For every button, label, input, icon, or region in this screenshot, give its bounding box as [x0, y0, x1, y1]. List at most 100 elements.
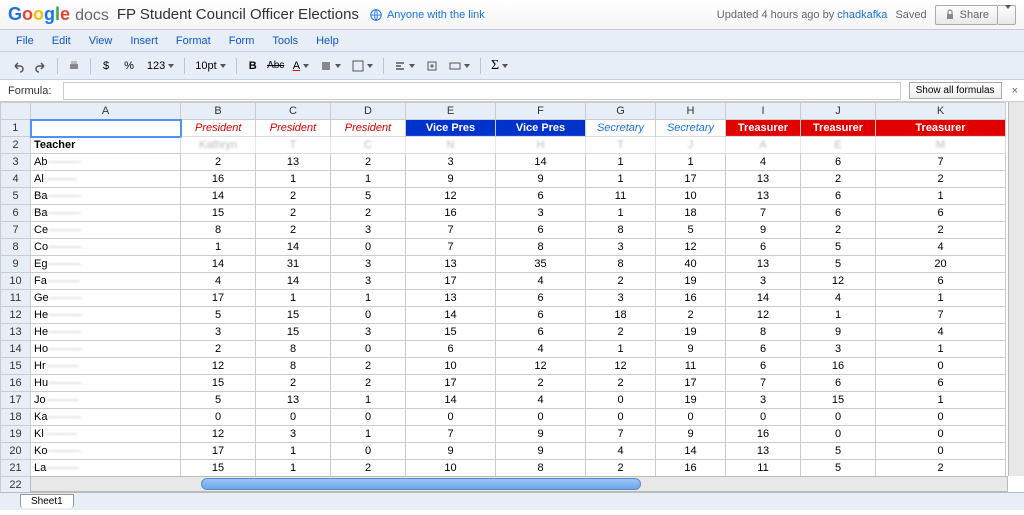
cell[interactable]: 17 [656, 171, 726, 188]
cell[interactable]: 0 [876, 426, 1006, 443]
cell[interactable]: Eg——— [31, 256, 181, 273]
cell[interactable]: 3 [181, 324, 256, 341]
cell[interactable]: 7 [876, 307, 1006, 324]
cell[interactable]: Treasurer [801, 120, 876, 137]
cell[interactable]: Hr——— [31, 358, 181, 375]
row-header[interactable]: 22 [1, 477, 31, 494]
percent-button[interactable]: % [118, 58, 140, 74]
cell[interactable]: 15 [406, 324, 496, 341]
row-header[interactable]: 9 [1, 256, 31, 273]
close-icon[interactable]: × [1006, 85, 1024, 97]
cell[interactable]: 8 [181, 222, 256, 239]
cell[interactable]: 0 [256, 409, 331, 426]
menu-tools[interactable]: Tools [264, 32, 306, 50]
cell[interactable]: 0 [801, 426, 876, 443]
row-header[interactable]: 6 [1, 205, 31, 222]
cell[interactable]: 3 [586, 239, 656, 256]
cell[interactable]: 9 [496, 171, 586, 188]
cell[interactable]: 16 [656, 460, 726, 477]
cell[interactable]: Secretary [586, 120, 656, 137]
cell[interactable]: 10 [406, 460, 496, 477]
cell[interactable]: 7 [406, 426, 496, 443]
cell[interactable]: 8 [586, 222, 656, 239]
cell[interactable]: 13 [726, 171, 801, 188]
cell[interactable]: 9 [656, 426, 726, 443]
cell[interactable]: 13 [726, 443, 801, 460]
cell[interactable]: 0 [876, 409, 1006, 426]
cell[interactable]: 13 [406, 290, 496, 307]
cell[interactable]: 20 [876, 256, 1006, 273]
cell[interactable]: 9 [726, 222, 801, 239]
cell[interactable]: 1 [876, 392, 1006, 409]
cell[interactable]: 2 [256, 205, 331, 222]
cell[interactable]: 6 [801, 375, 876, 392]
share-dropdown-button[interactable] [998, 5, 1016, 25]
insert-button[interactable] [422, 56, 442, 76]
cell[interactable]: 2 [801, 171, 876, 188]
cell[interactable]: 6 [876, 375, 1006, 392]
cell[interactable]: 13 [256, 154, 331, 171]
menu-insert[interactable]: Insert [122, 32, 166, 50]
row-header[interactable]: 2 [1, 137, 31, 154]
cell[interactable]: 1 [586, 171, 656, 188]
cell[interactable]: Ba——— [31, 205, 181, 222]
cell[interactable]: 1 [181, 239, 256, 256]
cell[interactable]: 2 [331, 460, 406, 477]
cell[interactable]: 5 [656, 222, 726, 239]
cell[interactable]: 0 [496, 409, 586, 426]
show-all-formulas-button[interactable]: Show all formulas [909, 82, 1002, 99]
cell[interactable]: J [656, 137, 726, 154]
cell[interactable]: 2 [256, 222, 331, 239]
cell[interactable]: 2 [256, 375, 331, 392]
cell[interactable]: Al——— [31, 171, 181, 188]
grid[interactable]: A B C D E F G H I J K 1 President Presid… [0, 102, 1006, 510]
cell[interactable]: 15 [256, 307, 331, 324]
cell[interactable]: 10 [406, 358, 496, 375]
cell[interactable]: 11 [726, 460, 801, 477]
cell[interactable]: President [256, 120, 331, 137]
cell[interactable]: 16 [656, 290, 726, 307]
cell[interactable]: 8 [496, 460, 586, 477]
col-header[interactable]: I [726, 103, 801, 120]
cell[interactable]: C [331, 137, 406, 154]
cell[interactable]: 12 [181, 358, 256, 375]
cell[interactable]: 9 [406, 171, 496, 188]
cell[interactable]: 2 [331, 358, 406, 375]
scrollbar-thumb[interactable] [201, 478, 641, 490]
cell[interactable]: 12 [586, 358, 656, 375]
row-header[interactable]: 10 [1, 273, 31, 290]
menu-format[interactable]: Format [168, 32, 219, 50]
cell[interactable]: 7 [726, 375, 801, 392]
cell[interactable]: 6 [876, 273, 1006, 290]
cell[interactable]: Ko——— [31, 443, 181, 460]
cell[interactable]: 4 [496, 392, 586, 409]
cell[interactable]: 17 [181, 290, 256, 307]
cell[interactable]: 0 [586, 409, 656, 426]
cell[interactable]: Ka——— [31, 409, 181, 426]
fill-color-button[interactable] [316, 58, 345, 74]
cell[interactable]: 13 [256, 392, 331, 409]
cell[interactable]: President [331, 120, 406, 137]
cell[interactable]: Fa——— [31, 273, 181, 290]
cell[interactable]: Ce——— [31, 222, 181, 239]
cell[interactable]: 2 [656, 307, 726, 324]
col-header[interactable]: F [496, 103, 586, 120]
cell[interactable]: T [586, 137, 656, 154]
cell[interactable]: 3 [331, 273, 406, 290]
cell[interactable]: 12 [726, 307, 801, 324]
cell[interactable]: 6 [801, 205, 876, 222]
col-header[interactable]: D [331, 103, 406, 120]
cell[interactable]: 0 [876, 443, 1006, 460]
row-header[interactable]: 14 [1, 341, 31, 358]
cell[interactable]: 7 [876, 154, 1006, 171]
cell[interactable]: 2 [586, 273, 656, 290]
cell[interactable]: 1 [876, 341, 1006, 358]
cell[interactable]: 14 [726, 290, 801, 307]
borders-button[interactable] [348, 58, 377, 74]
col-header[interactable]: H [656, 103, 726, 120]
cell[interactable]: H [496, 137, 586, 154]
font-size-selector[interactable]: 10pt [191, 58, 229, 74]
cell[interactable]: T [256, 137, 331, 154]
cell[interactable]: N [406, 137, 496, 154]
row-header[interactable]: 4 [1, 171, 31, 188]
